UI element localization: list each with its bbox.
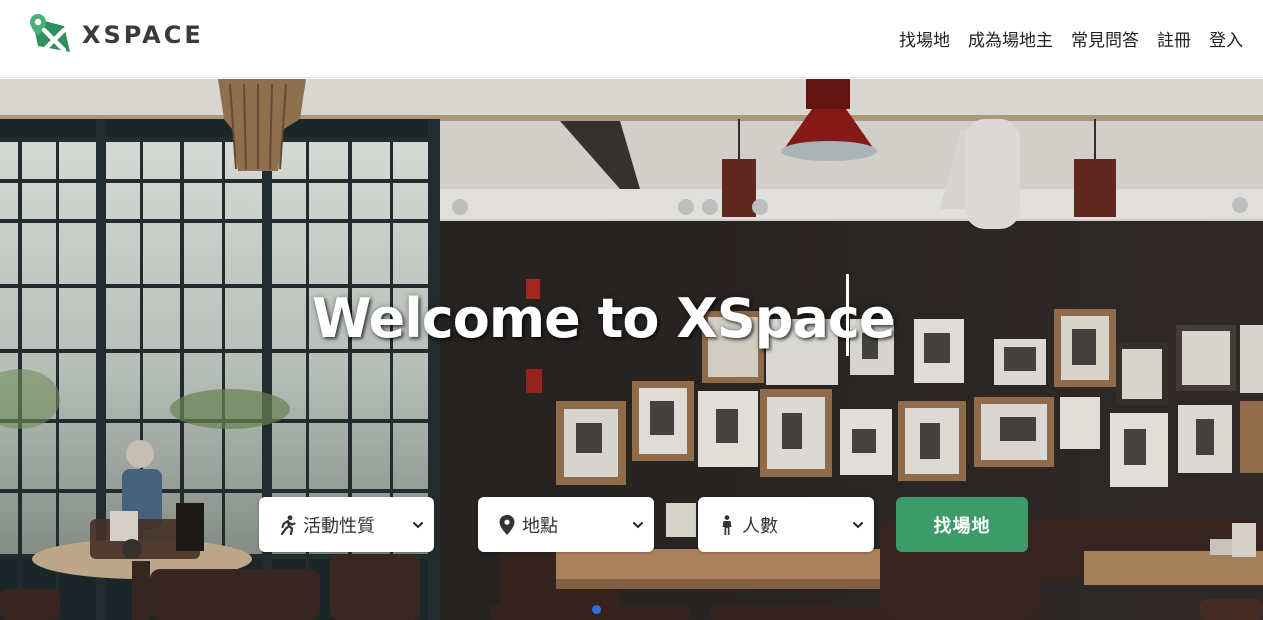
- people-count-value: 人數: [742, 515, 778, 537]
- chevron-down-icon: [413, 521, 423, 528]
- top-navbar: XSPACE 找場地 成為場地主 常見問答 註冊 登入: [0, 0, 1263, 78]
- running-person-icon: [279, 514, 297, 535]
- nav-register[interactable]: 註冊: [1157, 26, 1191, 51]
- nav-find-venue[interactable]: 找場地: [899, 26, 950, 51]
- activity-type-select[interactable]: 活動性質: [259, 497, 434, 552]
- find-venue-button[interactable]: 找場地: [896, 497, 1028, 552]
- brand-name: XSPACE: [82, 21, 204, 49]
- activity-type-value: 活動性質: [303, 515, 375, 537]
- carousel-indicator-active[interactable]: [592, 605, 601, 614]
- location-select[interactable]: 地點: [478, 497, 654, 552]
- typing-caret: [846, 274, 849, 356]
- nav-faq[interactable]: 常見問答: [1071, 26, 1139, 51]
- main-nav: 找場地 成為場地主 常見問答 註冊 登入: [881, 26, 1243, 51]
- person-icon: [718, 514, 736, 535]
- people-count-select[interactable]: 人數: [698, 497, 874, 552]
- brand-logo-link[interactable]: XSPACE: [30, 12, 204, 58]
- xspace-logo-icon: [30, 14, 70, 53]
- chevron-down-icon: [633, 521, 643, 528]
- map-pin-icon: [498, 514, 516, 535]
- hero-headline: Welcome to XSpace: [312, 287, 896, 350]
- location-value: 地點: [522, 515, 558, 537]
- nav-login[interactable]: 登入: [1209, 26, 1243, 51]
- nav-become-host[interactable]: 成為場地主: [968, 26, 1053, 51]
- hero-banner: Welcome to XSpace 活動性質 地點 人數 找場地: [0, 79, 1263, 620]
- chevron-down-icon: [853, 521, 863, 528]
